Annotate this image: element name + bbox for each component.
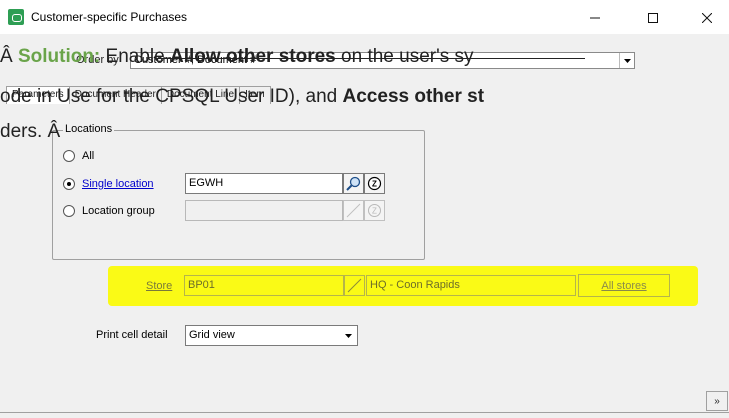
more-button[interactable]: »: [706, 391, 728, 411]
radio-location-group-label[interactable]: Location group: [82, 205, 155, 217]
bottom-divider: [0, 412, 729, 413]
print-cell-detail-value: Grid view: [189, 329, 235, 341]
zoom-z-icon: Z: [368, 204, 381, 217]
maximize-button[interactable]: [630, 4, 676, 32]
magnifier-icon: [346, 203, 361, 218]
print-cell-detail-select[interactable]: Grid view: [185, 325, 358, 346]
app-icon: [8, 9, 24, 25]
solution-label: Solution:: [17, 46, 101, 67]
close-icon: [702, 13, 712, 23]
locations-group: Locations All Single location EGWH Z Loc…: [52, 123, 425, 260]
svg-text:Z: Z: [372, 207, 377, 216]
close-button[interactable]: [684, 4, 729, 32]
access-other-stores-text: Access other st: [342, 86, 485, 107]
svg-text:Z: Z: [372, 180, 377, 189]
radio-all[interactable]: [63, 150, 75, 162]
minimize-icon: [590, 17, 600, 19]
overlay-line-1-mid: Enable: [100, 46, 170, 67]
zoom-z-icon: Z: [367, 176, 382, 191]
single-location-lookup-button[interactable]: [343, 173, 364, 194]
overlay-line-1-prefix: Â: [0, 46, 18, 67]
overlay-line-2: ode in Use for the CPSQL User ID), and A…: [0, 84, 484, 110]
location-group-input: [185, 200, 343, 221]
magnifier-icon: [347, 278, 362, 293]
store-label: Store: [146, 280, 173, 292]
store-name-field: HQ - Coon Rapids: [366, 275, 576, 296]
radio-single-location[interactable]: [63, 178, 75, 190]
allow-other-stores-text: Allow other stores: [170, 46, 336, 67]
overlay-line-1: Â Solution: Enable Allow other stores on…: [0, 44, 474, 70]
overlay-line-1-suffix: on the user's sy: [335, 46, 474, 67]
minimize-button[interactable]: [572, 4, 618, 32]
location-group-lookup-button: [343, 200, 364, 221]
store-input[interactable]: BP01: [184, 275, 344, 296]
store-lookup-button[interactable]: [344, 275, 365, 296]
location-group-clear-button: Z: [364, 200, 385, 221]
chevron-down-icon: [340, 327, 356, 344]
chevron-down-icon: [619, 53, 634, 68]
single-location-input[interactable]: EGWH: [185, 173, 343, 194]
radio-single-location-label[interactable]: Single location: [82, 178, 154, 190]
locations-legend: Locations: [63, 123, 115, 135]
overlay-line-2-prefix: ode in Use for the CPSQL User ID), and: [0, 86, 343, 107]
radio-all-label[interactable]: All: [82, 150, 94, 162]
all-stores-button[interactable]: All stores: [578, 274, 670, 297]
maximize-icon: [648, 13, 658, 23]
single-location-clear-button[interactable]: Z: [364, 173, 385, 194]
radio-location-group[interactable]: [63, 205, 75, 217]
window-title: Customer-specific Purchases: [31, 10, 188, 24]
print-cell-detail-label: Print cell detail: [96, 329, 168, 341]
overlay-line-3: ders. Â: [0, 121, 61, 142]
strikethrough-line: [155, 58, 585, 59]
title-bar: Customer-specific Purchases: [0, 0, 729, 34]
magnifier-icon: [346, 176, 361, 191]
